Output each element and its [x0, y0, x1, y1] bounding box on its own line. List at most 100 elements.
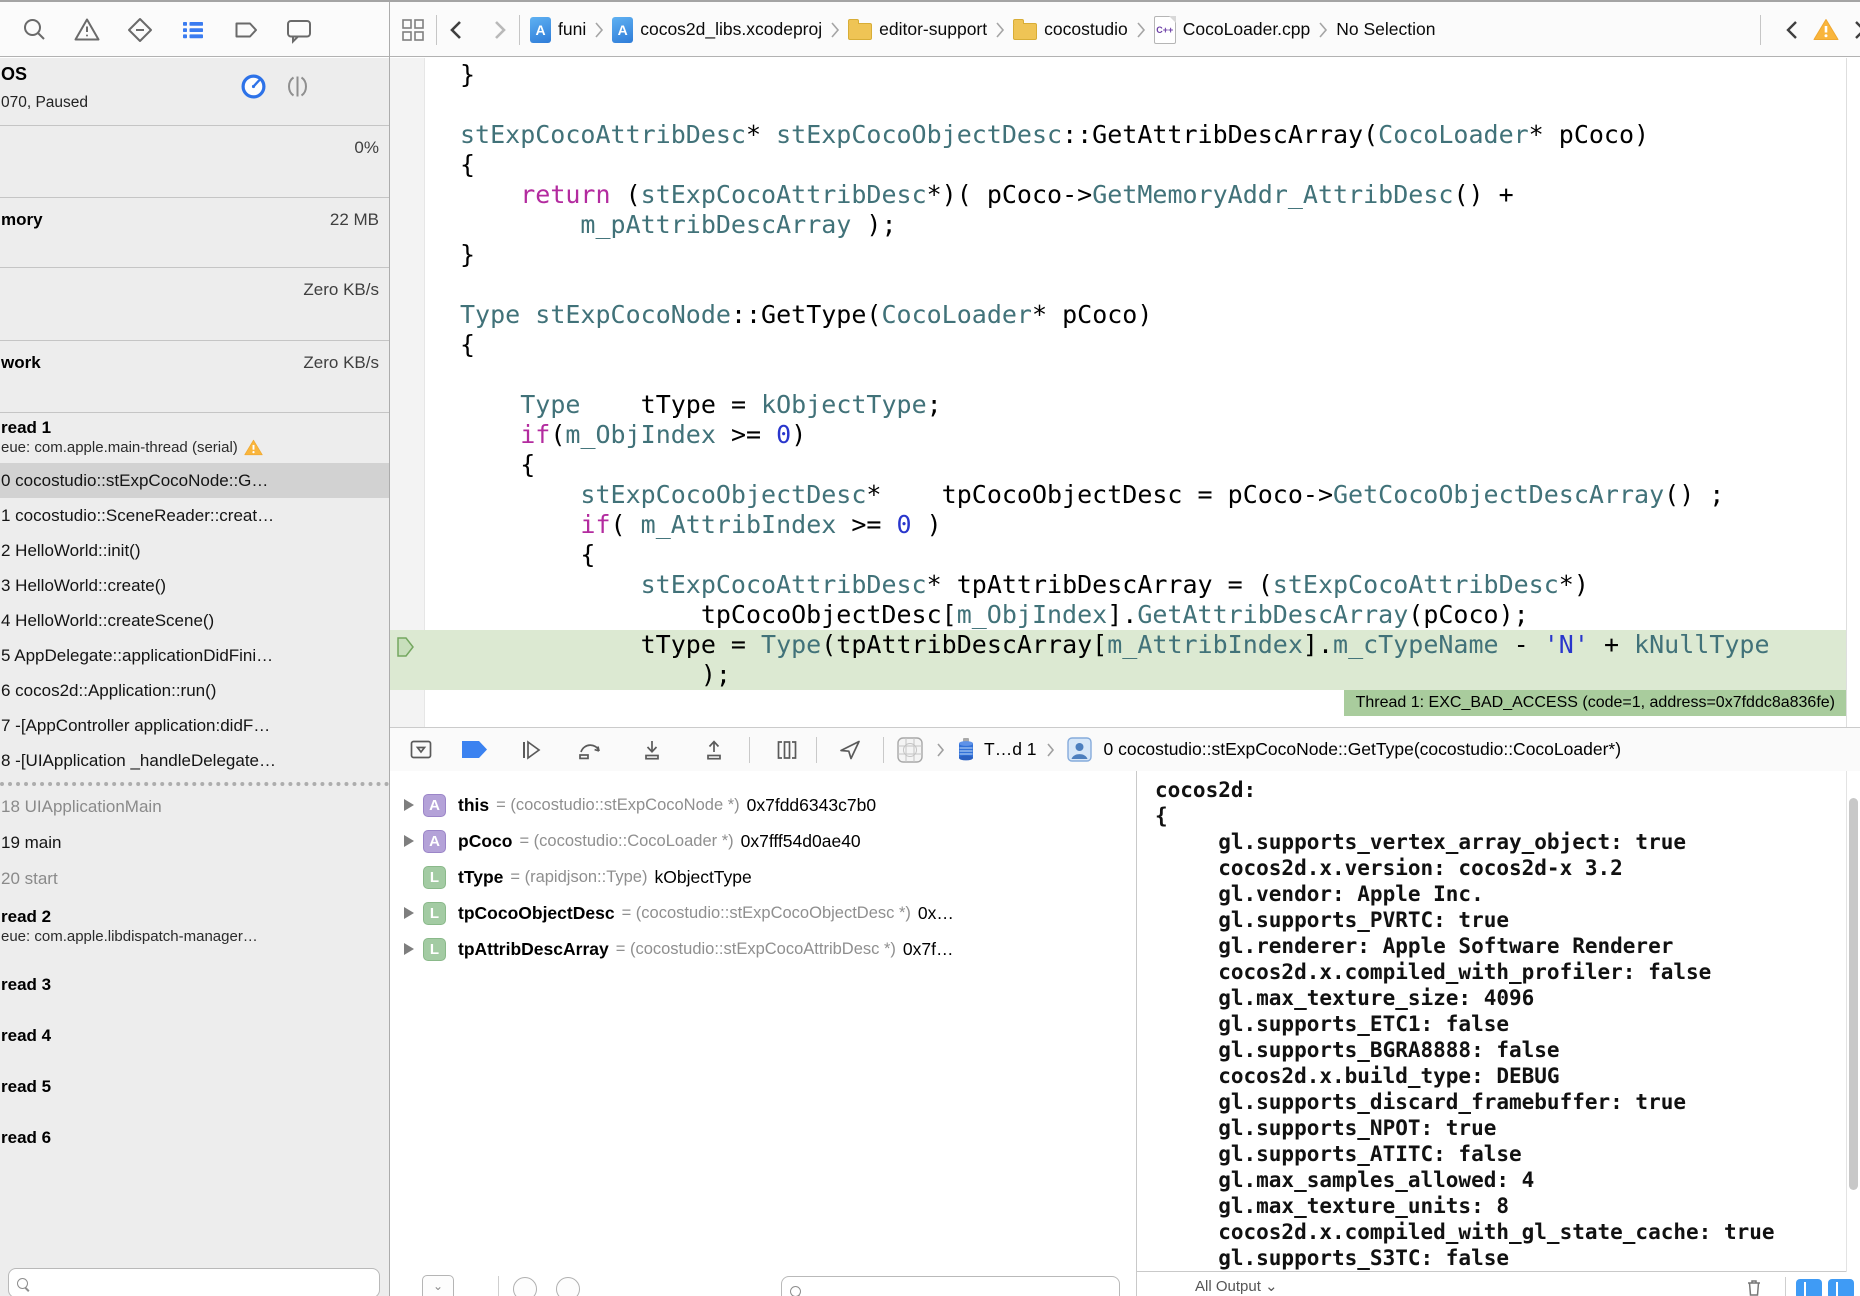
debug-view-hierarchy-button[interactable] — [774, 737, 800, 763]
sidebar-divider[interactable] — [389, 0, 390, 1296]
frame-jump-item[interactable]: 0 cocostudio::stExpCocoNode::GetType(coc… — [1104, 739, 1622, 760]
breadcrumb-folder-cocostudio[interactable]: cocostudio — [1013, 19, 1128, 40]
step-over-button[interactable] — [577, 737, 603, 763]
step-out-button[interactable] — [701, 737, 727, 763]
disk-gauge-row[interactable]: Zero KB/s — [0, 268, 389, 341]
console-scope-popup[interactable]: All Output ⌄ — [1195, 1277, 1278, 1295]
console-line: gl.supports_vertex_array_object: true — [1155, 830, 1687, 854]
clear-console-button[interactable] — [1744, 1277, 1764, 1296]
variable-row[interactable]: A pCoco = (cocostudio::CocoLoader *) 0x7… — [390, 823, 1136, 859]
console-scrollbar-track[interactable] — [1846, 771, 1847, 1272]
forward-button[interactable] — [491, 17, 509, 43]
cpu-value: 0% — [354, 138, 379, 157]
navigator-tab-bar — [0, 2, 389, 57]
stack-frame[interactable]: 8 -[UIApplication _handleDelegate… — [0, 743, 389, 778]
divider — [519, 14, 520, 45]
console-output: cocos2d:{ gl.supports_vertex_array_objec… — [1137, 777, 1846, 1272]
next-issue-button[interactable] — [1852, 18, 1860, 42]
argument-badge: A — [423, 829, 446, 853]
stack-frame[interactable]: 0 cocostudio::stExpCocoNode::G… — [0, 463, 389, 498]
report-navigator-icon[interactable] — [284, 15, 314, 45]
gauge-icon[interactable] — [240, 73, 267, 100]
breadcrumb-selection[interactable]: No Selection — [1336, 19, 1435, 40]
console-line: gl.renderer: Apple Software Renderer — [1155, 934, 1674, 958]
variables-pane-toggle[interactable] — [1796, 1279, 1822, 1296]
memory-gauge-row[interactable]: mory 22 MB — [0, 198, 389, 268]
thread-5-header[interactable]: read 5 — [0, 1054, 389, 1105]
split-view-icon[interactable] — [284, 73, 311, 100]
issue-navigator-icon[interactable] — [72, 15, 102, 45]
thread-2-header[interactable]: read 2 eue: com.apple.libdispatch-manage… — [0, 897, 389, 952]
variable-row[interactable]: L tType = (rapidjson::Type) kObjectType — [390, 859, 1136, 895]
console-pane-toggle[interactable] — [1828, 1279, 1854, 1296]
debug-navigator-icon[interactable] — [178, 15, 208, 45]
breakpoint-navigator-icon[interactable] — [231, 15, 261, 45]
navigator-filter-field[interactable] — [8, 1268, 380, 1296]
console-line: cocos2d.x.compiled_with_gl_state_cache: … — [1155, 1220, 1775, 1244]
thread-4-header[interactable]: read 4 — [0, 1003, 389, 1054]
disclosure-triangle-icon[interactable] — [404, 907, 414, 919]
stack-frame[interactable]: 20 start — [0, 861, 389, 897]
source-editor[interactable]: } stExpCocoAttribDesc* stExpCocoObjectDes… — [390, 58, 1860, 727]
breadcrumb-file[interactable]: C++ CocoLoader.cpp — [1153, 15, 1310, 44]
breadcrumb-folder-editor-support[interactable]: editor-support — [848, 19, 987, 40]
find-navigator-icon[interactable] — [19, 15, 49, 45]
stack-frame[interactable]: 1 cocostudio::SceneReader::creat… — [0, 498, 389, 533]
editor-scrollbar-track[interactable] — [1846, 58, 1847, 727]
variables-filter-field[interactable] — [781, 1276, 1120, 1296]
thread-spool-icon[interactable] — [955, 737, 977, 763]
variables-view[interactable]: A this = (cocostudio::stExpCocoNode *) 0… — [390, 771, 1136, 1296]
variables-view-mode-popup[interactable]: ⌄ — [422, 1275, 454, 1296]
breakpoints-toggle-button[interactable] — [462, 741, 487, 758]
disclosure-triangle-icon[interactable] — [404, 943, 414, 955]
breadcrumb-xcodeproj[interactable]: Acocos2d_libs.xcodeproj — [612, 16, 822, 43]
code-line: } — [460, 60, 476, 89]
stack-frame[interactable]: 4 HelloWorld::createScene() — [0, 603, 389, 638]
thread-jump-item[interactable]: T…d 1 — [984, 739, 1037, 760]
filter-scope-button[interactable] — [556, 1277, 580, 1296]
stack-frame[interactable]: 3 HelloWorld::create() — [0, 568, 389, 603]
stack-frame[interactable]: 2 HelloWorld::init() — [0, 533, 389, 568]
disclosure-triangle-icon[interactable] — [404, 799, 414, 811]
exception-annotation[interactable]: Thread 1: EXC_BAD_ACCESS (code=1, addres… — [1343, 690, 1847, 716]
thread-6-header[interactable]: read 6 — [0, 1105, 389, 1156]
variable-row[interactable]: L tpCocoObjectDesc = (cocostudio::stExpC… — [390, 895, 1136, 931]
code-line: stExpCocoAttribDesc* stExpCocoObjectDesc… — [460, 120, 1650, 149]
variable-row[interactable]: L tpAttribDescArray = (cocostudio::stExp… — [390, 931, 1136, 967]
test-navigator-icon[interactable] — [125, 15, 155, 45]
stack-frame[interactable]: 6 cocos2d::Application::run() — [0, 673, 389, 708]
stack-frame[interactable]: 19 main — [0, 825, 389, 861]
back-button[interactable] — [447, 17, 465, 43]
console-view[interactable]: cocos2d:{ gl.supports_vertex_array_objec… — [1136, 771, 1860, 1296]
hide-debug-area-button[interactable] — [408, 737, 434, 763]
variable-value: 0x7fdd6343c7b0 — [746, 794, 877, 815]
argument-badge: A — [423, 793, 446, 817]
simulate-location-button[interactable] — [837, 737, 863, 763]
app-process-icon[interactable] — [896, 736, 924, 764]
console-line: cocos2d.x.build_type: DEBUG — [1155, 1064, 1560, 1088]
breadcrumb-project[interactable]: Afuni — [530, 16, 586, 43]
stack-frame[interactable]: 18 UIApplicationMain — [0, 789, 389, 825]
thread-3-header[interactable]: read 3 — [0, 952, 389, 1003]
variable-value: kObjectType — [654, 866, 752, 887]
filter-scope-button[interactable] — [513, 1277, 537, 1296]
continue-button[interactable] — [517, 737, 543, 763]
stack-frame-person-icon[interactable] — [1066, 737, 1092, 762]
disclosure-triangle-icon[interactable] — [404, 835, 414, 847]
cpu-gauge-row[interactable]: 0% — [0, 126, 389, 198]
memory-value: 22 MB — [329, 210, 379, 229]
stack-frame[interactable]: 7 -[AppController application:didF… — [0, 708, 389, 743]
related-items-icon[interactable] — [400, 17, 426, 43]
stack-frame[interactable]: 5 AppDelegate::applicationDidFini… — [0, 638, 389, 673]
thread-1-header[interactable]: read 1 eue: com.apple.main-thread (seria… — [0, 415, 389, 463]
warning-icon[interactable] — [1813, 18, 1839, 41]
console-line: gl.max_texture_units: 8 — [1155, 1194, 1510, 1218]
console-line: gl.supports_BGRA8888: false — [1155, 1038, 1560, 1062]
process-row[interactable]: OS 070, Paused — [0, 58, 389, 126]
variable-row[interactable]: A this = (cocostudio::stExpCocoNode *) 0… — [390, 787, 1136, 823]
thread-queue: eue: com.apple.main-thread (serial) — [1, 439, 238, 456]
console-scrollbar-thumb[interactable] — [1849, 798, 1858, 1190]
previous-issue-button[interactable] — [1784, 18, 1800, 42]
network-gauge-row[interactable]: work Zero KB/s — [0, 341, 389, 413]
step-into-button[interactable] — [639, 737, 665, 763]
